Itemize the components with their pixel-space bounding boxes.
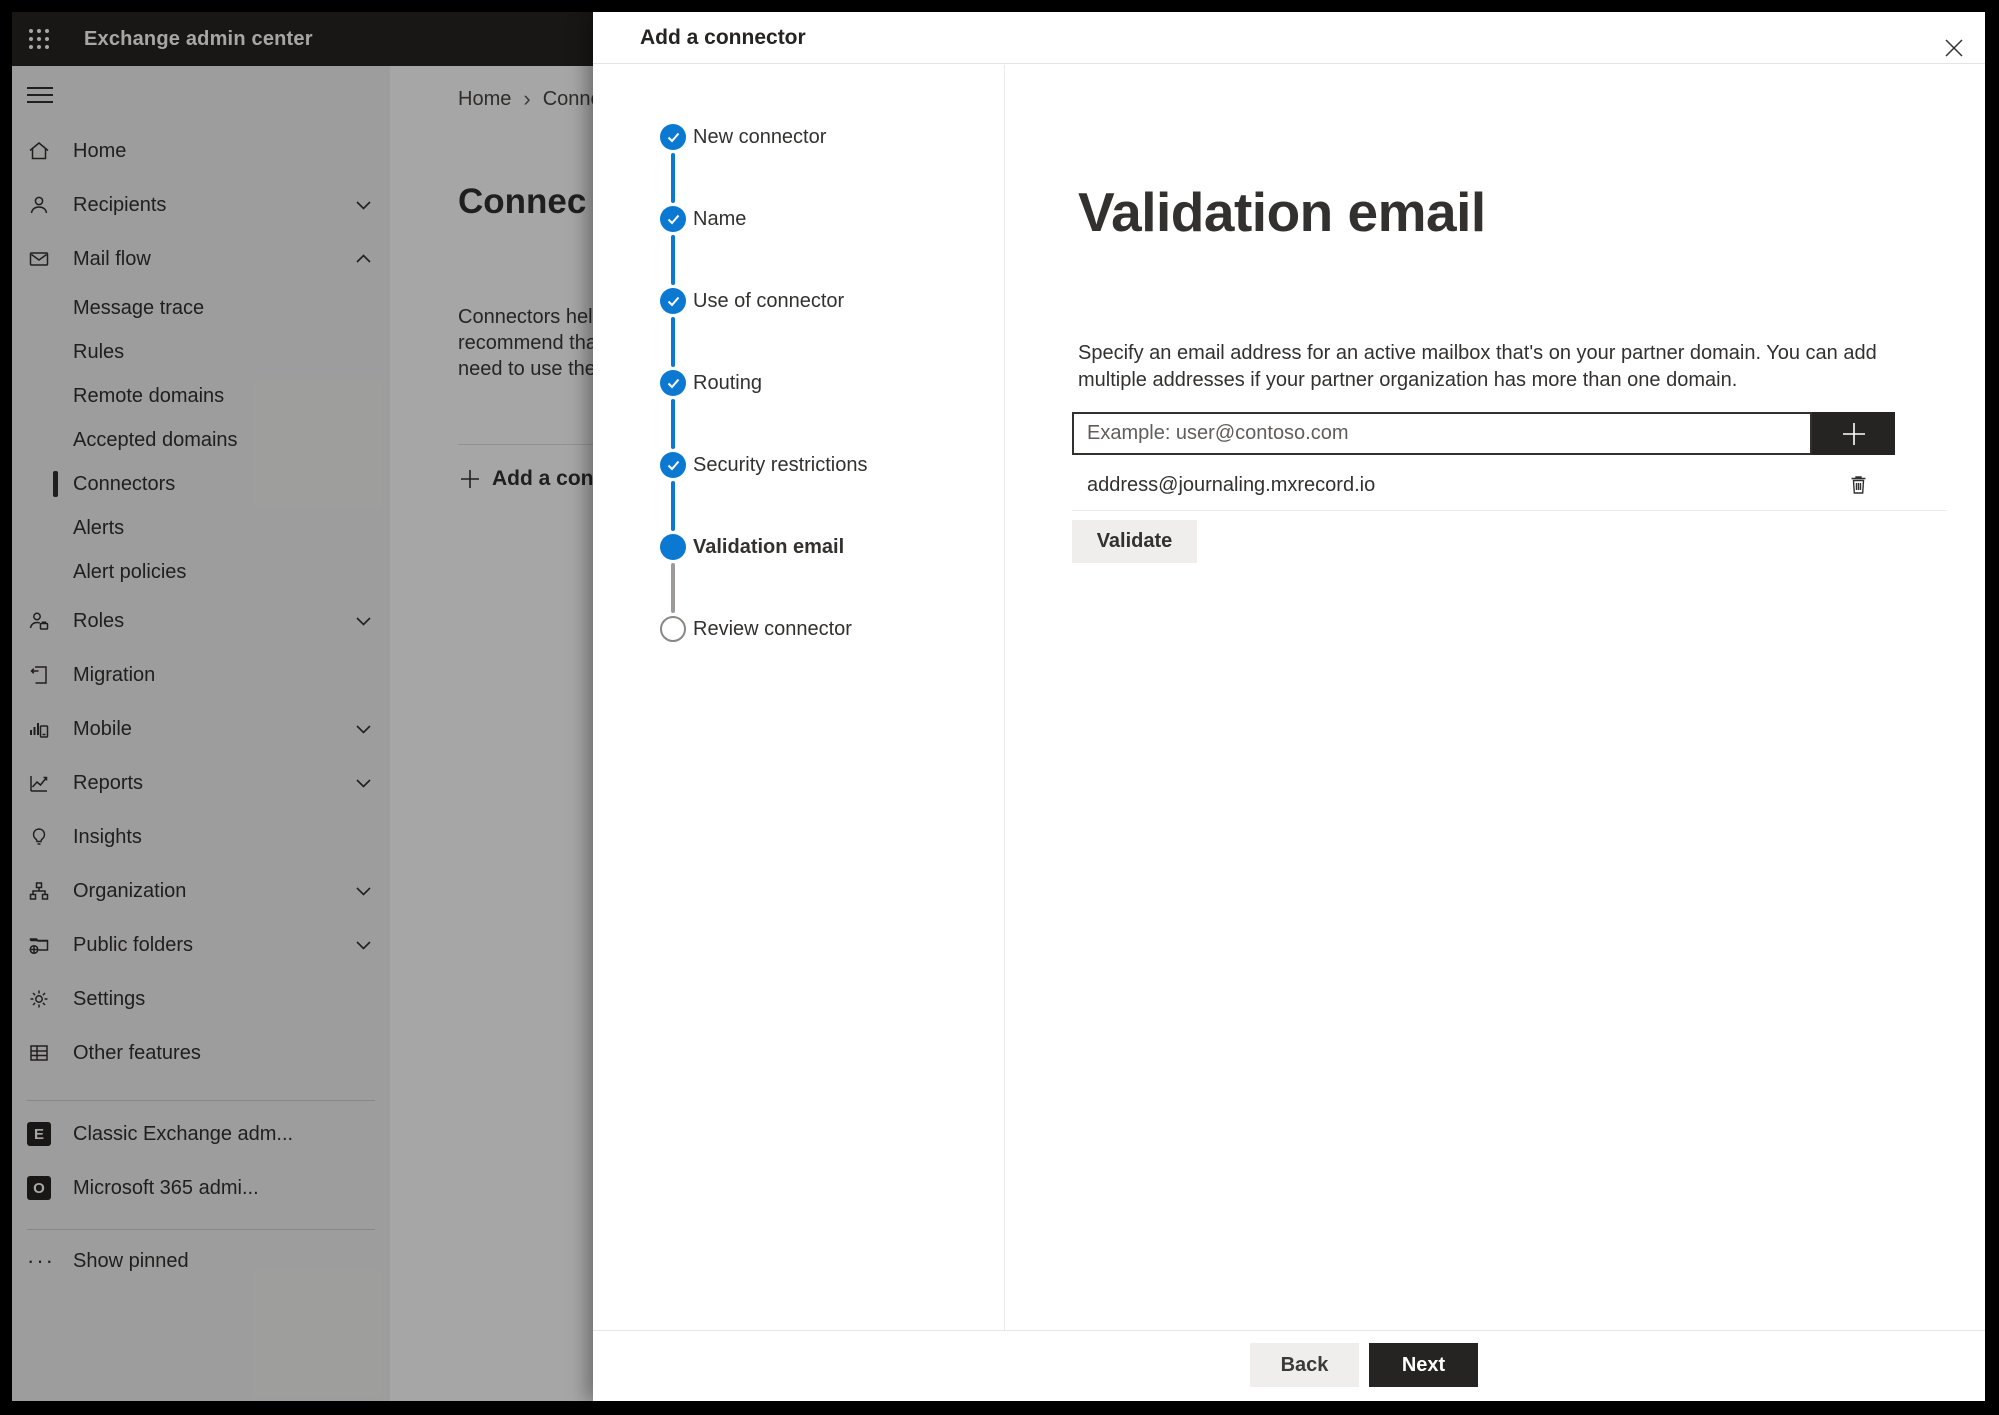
- step-security-restrictions[interactable]: Security restrictions: [593, 452, 1004, 478]
- step-connector-line: [671, 563, 675, 613]
- step-todo-icon: [660, 616, 686, 642]
- step-connector-line: [671, 153, 675, 203]
- step-connector-line: [671, 481, 675, 531]
- email-address-input[interactable]: [1072, 412, 1812, 455]
- close-button[interactable]: [1939, 33, 1969, 63]
- add-email-button[interactable]: [1812, 412, 1895, 455]
- back-button[interactable]: Back: [1250, 1343, 1359, 1387]
- step-name[interactable]: Name: [593, 206, 1004, 232]
- step-description: Specify an email address for an active m…: [1078, 342, 1877, 391]
- content-divider: [1072, 510, 1947, 511]
- validate-button[interactable]: Validate: [1072, 520, 1197, 563]
- close-icon: [1945, 39, 1963, 57]
- next-button[interactable]: Next: [1369, 1343, 1478, 1387]
- dialog-header: Add a connector: [593, 12, 1985, 64]
- dialog-title: Add a connector: [640, 26, 806, 49]
- step-done-icon: [660, 124, 686, 150]
- add-connector-dialog: Add a connector New connector Name Use o…: [593, 12, 1985, 1401]
- stepper-divider: [1004, 65, 1005, 1330]
- email-address-value: address@journaling.mxrecord.io: [1087, 473, 1376, 496]
- step-done-icon: [660, 452, 686, 478]
- step-use-of-connector[interactable]: Use of connector: [593, 288, 1004, 314]
- trash-icon: [1851, 475, 1865, 494]
- step-done-icon: [660, 370, 686, 396]
- email-address-row: address@journaling.mxrecord.io: [1087, 470, 1897, 500]
- step-done-icon: [660, 288, 686, 314]
- step-current-icon: [660, 534, 686, 560]
- step-done-icon: [660, 206, 686, 232]
- step-validation-email-current[interactable]: Validation email: [593, 534, 1004, 560]
- plus-icon: [1842, 422, 1865, 445]
- step-new-connector[interactable]: New connector: [593, 124, 1004, 150]
- step-heading: Validation email: [1078, 181, 1486, 243]
- dialog-footer: Back Next: [593, 1330, 1985, 1401]
- step-review-connector[interactable]: Review connector: [593, 616, 1004, 642]
- step-connector-line: [671, 317, 675, 367]
- delete-address-button[interactable]: [1842, 468, 1874, 500]
- step-connector-line: [671, 235, 675, 285]
- app-screen: Exchange admin center Home Recipients Ma…: [12, 12, 1985, 1401]
- step-routing[interactable]: Routing: [593, 370, 1004, 396]
- step-connector-line: [671, 399, 675, 449]
